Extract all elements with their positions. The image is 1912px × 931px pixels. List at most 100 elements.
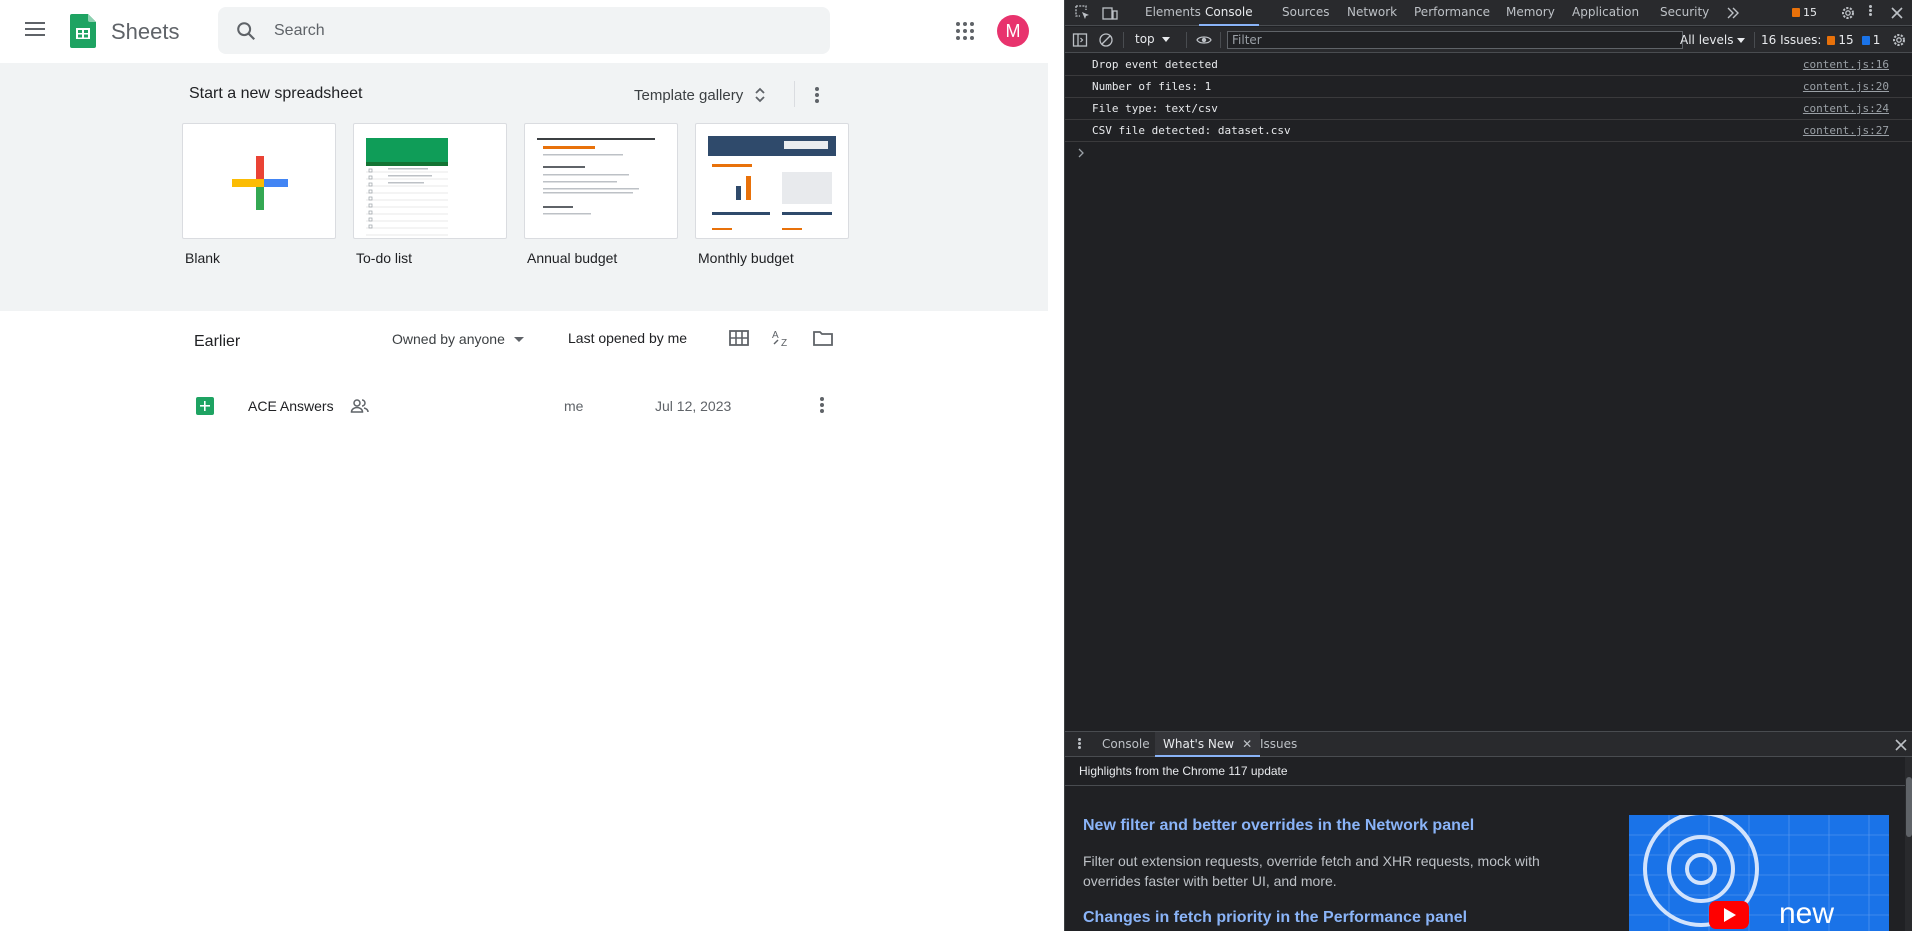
whats-new-video-thumbnail[interactable]: new <box>1629 815 1889 931</box>
todo-thumbnail[interactable] <box>353 123 507 239</box>
close-tab-icon[interactable]: ✕ <box>1242 737 1252 751</box>
more-options-icon[interactable] <box>805 85 829 109</box>
warning-icon <box>1792 8 1800 17</box>
svg-text:Z: Z <box>781 338 787 349</box>
file-owner: me <box>564 398 584 414</box>
blank-thumbnail[interactable] <box>182 123 336 239</box>
file-row[interactable]: ACE Answers me Jul 12, 2023 <box>180 387 840 425</box>
console-log-line: Drop event detected content.js:16 <box>1065 54 1912 76</box>
sheets-logo-icon[interactable] <box>70 14 96 48</box>
log-message: CSV file detected: dataset.csv <box>1092 124 1291 137</box>
search-input[interactable] <box>274 7 814 54</box>
search-icon[interactable] <box>235 20 257 42</box>
template-todo[interactable]: To-do list <box>353 123 507 266</box>
context-label: top <box>1135 32 1155 46</box>
annual-budget-preview-image <box>537 138 655 215</box>
log-source-link[interactable]: content.js:24 <box>1803 98 1889 120</box>
log-message: Number of files: 1 <box>1092 80 1212 93</box>
tab-application[interactable]: Application <box>1572 0 1639 26</box>
plus-icon <box>232 156 288 210</box>
drawer-tab-label: What's New <box>1163 737 1235 751</box>
account-avatar[interactable]: M <box>997 15 1029 47</box>
toolbar-separator <box>1186 32 1187 48</box>
sort-by-last-opened[interactable]: Last opened by me <box>568 330 687 346</box>
drawer-tab-whats-new[interactable]: What's New ✕ <box>1155 732 1261 757</box>
issues-warning-count: 15 <box>1838 33 1854 47</box>
shared-people-icon <box>350 399 369 413</box>
owner-filter-dropdown[interactable]: Owned by anyone <box>392 328 524 350</box>
console-settings-gear-icon[interactable] <box>1891 32 1907 48</box>
svg-text:A: A <box>772 330 779 341</box>
toolbar-separator <box>1123 32 1124 48</box>
devtools-more-icon[interactable] <box>1866 4 1874 20</box>
toolbar-separator <box>1754 32 1755 48</box>
file-more-options-icon[interactable] <box>810 395 834 419</box>
console-filter-input[interactable] <box>1227 31 1683 49</box>
template-annual-budget[interactable]: Annual budget <box>524 123 678 266</box>
close-drawer-icon[interactable] <box>1893 737 1909 753</box>
template-gallery-button[interactable]: Template gallery <box>634 81 767 109</box>
new-section-title: Start a new spreadsheet <box>189 85 363 102</box>
file-grid-icon <box>200 401 210 411</box>
sort-az-icon[interactable]: AZ <box>770 326 794 350</box>
template-label: Blank <box>185 250 221 266</box>
drawer-tab-issues[interactable]: Issues <box>1260 732 1297 757</box>
tab-network[interactable]: Network <box>1347 0 1397 26</box>
log-source-link[interactable]: content.js:20 <box>1803 76 1889 98</box>
main-menu-icon[interactable] <box>22 18 48 44</box>
tab-security[interactable]: Security <box>1660 0 1709 26</box>
template-blank[interactable]: Blank <box>182 123 336 266</box>
tab-memory[interactable]: Memory <box>1506 0 1555 26</box>
google-apps-icon[interactable] <box>954 20 976 42</box>
console-log-line: CSV file detected: dataset.csv content.j… <box>1065 120 1912 142</box>
issues-info-count: 1 <box>1872 33 1881 47</box>
close-devtools-icon[interactable] <box>1889 5 1905 21</box>
clear-console-icon[interactable] <box>1098 32 1114 48</box>
context-selector[interactable]: top <box>1135 32 1170 46</box>
top-bar: Sheets M <box>0 0 1064 62</box>
whats-new-heading: Highlights from the Chrome 117 update <box>1079 764 1288 778</box>
dropdown-triangle-icon <box>1161 36 1170 42</box>
tab-performance[interactable]: Performance <box>1414 0 1490 26</box>
search-bar[interactable] <box>218 7 830 54</box>
monthly-budget-preview-image <box>708 136 836 230</box>
folder-icon[interactable] <box>811 326 835 350</box>
template-monthly-budget[interactable]: Monthly budget <box>695 123 849 266</box>
log-message: File type: text/csv <box>1092 102 1218 115</box>
page-scrollbar[interactable] <box>1048 0 1064 931</box>
drawer-scrollbar[interactable] <box>1905 757 1912 931</box>
template-gallery-label: Template gallery <box>634 86 744 104</box>
more-tabs-icon[interactable] <box>1725 5 1741 21</box>
drawer-tab-console[interactable]: Console <box>1102 732 1150 757</box>
video-artwork-image <box>1629 815 1889 931</box>
console-prompt-chevron-icon[interactable] <box>1077 148 1085 158</box>
drawer-more-icon[interactable] <box>1075 737 1083 753</box>
file-name: ACE Answers <box>248 398 334 414</box>
log-source-link[interactable]: content.js:16 <box>1803 54 1889 76</box>
monthly-budget-thumbnail[interactable] <box>695 123 849 239</box>
sidebar-toggle-icon[interactable] <box>1072 32 1088 48</box>
tab-sources[interactable]: Sources <box>1282 0 1329 26</box>
console-output[interactable]: Drop event detected content.js:16 Number… <box>1065 54 1912 730</box>
console-toolbar: top All levels 16 Issues: 15 1 <box>1065 27 1912 53</box>
grid-view-icon[interactable] <box>727 326 751 350</box>
warnings-badge[interactable]: 15 <box>1792 6 1817 19</box>
unfold-icon <box>755 87 765 103</box>
inspect-element-icon[interactable] <box>1075 5 1091 21</box>
log-levels-dropdown[interactable]: All levels <box>1680 33 1746 47</box>
template-label: Monthly budget <box>698 250 794 266</box>
log-source-link[interactable]: content.js:27 <box>1803 120 1889 142</box>
devtools-panel: Elements Console Sources Network Perform… <box>1064 0 1912 931</box>
whats-new-item-title[interactable]: Changes in fetch priority in the Perform… <box>1083 909 1467 927</box>
settings-gear-icon[interactable] <box>1840 5 1856 21</box>
scrollbar-thumb[interactable] <box>1906 777 1912 837</box>
device-toolbar-icon[interactable] <box>1102 5 1118 21</box>
annual-budget-thumbnail[interactable] <box>524 123 678 239</box>
tab-console[interactable]: Console <box>1199 0 1259 26</box>
video-caption: new <box>1779 897 1835 930</box>
issues-counter[interactable]: 16 Issues: 15 1 <box>1761 33 1880 47</box>
tab-elements[interactable]: Elements <box>1145 0 1201 26</box>
whats-new-item-title[interactable]: New filter and better overrides in the N… <box>1083 817 1474 835</box>
divider <box>794 81 795 107</box>
live-expression-eye-icon[interactable] <box>1196 32 1212 48</box>
